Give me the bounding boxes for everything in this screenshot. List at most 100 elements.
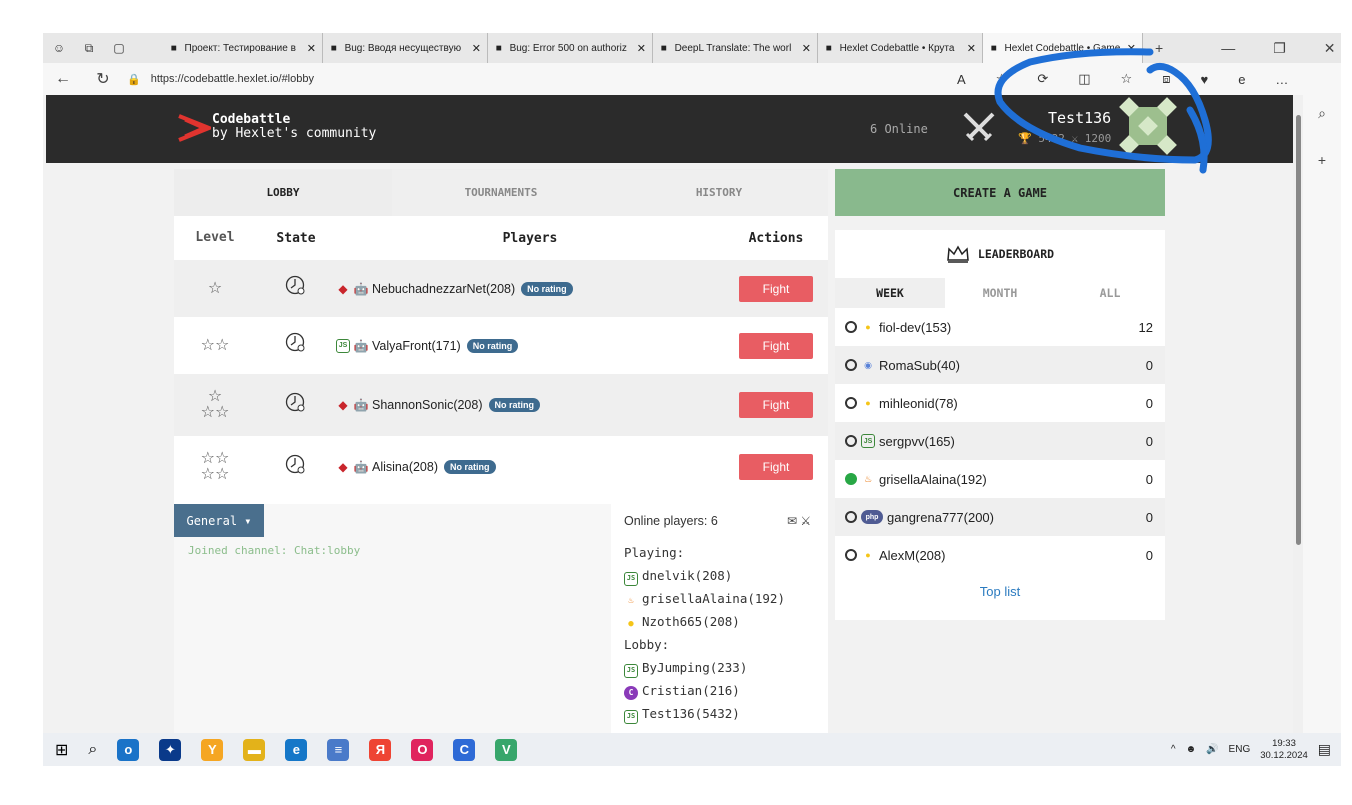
browser-tab[interactable]: ■ DeepL Translate: The worl ✕ bbox=[653, 33, 818, 63]
green-app-icon[interactable]: V bbox=[495, 738, 518, 761]
c-app-icon[interactable]: C bbox=[453, 738, 476, 761]
player-name[interactable]: ShannonSonic(208) bbox=[372, 398, 483, 412]
tab-actions-icon[interactable]: ▢ bbox=[111, 40, 127, 56]
column-actions: Actions bbox=[748, 230, 804, 246]
add-sidebar-icon[interactable]: + bbox=[1303, 152, 1341, 168]
fight-button[interactable]: Fight bbox=[739, 332, 813, 359]
minimize-icon[interactable]: — bbox=[1221, 40, 1235, 56]
fight-button[interactable]: Fight bbox=[739, 454, 813, 480]
address-bar[interactable]: 🔒 https://codebattle.hexlet.io/#lobby bbox=[127, 67, 957, 91]
leaderboard-row[interactable]: ♨ grisellaAlaina(192) 0 bbox=[835, 460, 1165, 498]
leaderboard-row[interactable]: ● mihleonid(78) 0 bbox=[835, 384, 1165, 422]
close-tab-icon[interactable]: ✕ bbox=[967, 42, 976, 55]
leaderboard-row[interactable]: php gangrena777(200) 0 bbox=[835, 498, 1165, 536]
close-window-icon[interactable]: ✕ bbox=[1324, 40, 1336, 57]
tab-title: Bug: Error 500 on authoriz bbox=[509, 42, 627, 54]
player-name[interactable]: ValyaFront(171) bbox=[372, 339, 461, 353]
online-player[interactable]: C Cristian(216) bbox=[624, 679, 785, 702]
yandex-browser-icon[interactable]: Y bbox=[201, 738, 224, 761]
leaderboard-rows: ● fiol-dev(153) 12 ◉ RomaSub(40) 0 ● mihleonid(… bbox=[835, 308, 1165, 574]
more-icon[interactable]: … bbox=[1275, 72, 1288, 87]
offline-status-icon bbox=[845, 549, 857, 561]
split-screen-icon[interactable]: ◫ bbox=[1078, 71, 1090, 87]
leaderboard-row[interactable]: JS sergpvv(165) 0 bbox=[835, 422, 1165, 460]
fight-button[interactable]: Fight bbox=[739, 392, 813, 418]
tab-strip-left: ☺ ⧉ ▢ bbox=[43, 40, 163, 56]
favorites-bar-icon[interactable]: ☆ bbox=[1121, 71, 1133, 87]
user-name[interactable]: Test136 bbox=[1048, 109, 1111, 127]
leaderboard-row[interactable]: ◉ RomaSub(40) 0 bbox=[835, 346, 1165, 384]
notepad-icon[interactable]: ≡ bbox=[327, 738, 350, 761]
input-language[interactable]: ENG bbox=[1229, 744, 1251, 755]
player-name[interactable]: NebuchadnezzarNet(208) bbox=[372, 282, 515, 296]
online-player[interactable]: JS Test136(5432) bbox=[624, 702, 785, 725]
user-rating: 5432 bbox=[1038, 132, 1065, 145]
volume-icon[interactable]: 🔊 bbox=[1206, 744, 1218, 755]
browser-tab[interactable]: ■ Bug: Error 500 on authoriz ✕ bbox=[488, 33, 653, 63]
opera-icon[interactable]: O bbox=[411, 738, 434, 761]
player-name[interactable]: Alisina(208) bbox=[372, 460, 438, 474]
edge-taskbar-icon[interactable]: e bbox=[285, 738, 308, 761]
avatar[interactable] bbox=[1119, 97, 1177, 155]
tab-week[interactable]: WEEK bbox=[835, 278, 945, 308]
restore-icon[interactable]: ❐ bbox=[1273, 40, 1286, 57]
workspaces-icon[interactable]: ⧉ bbox=[81, 40, 97, 56]
dropbox-icon[interactable]: ✦ bbox=[159, 738, 182, 761]
online-players-actions: ✉ ⚔ bbox=[787, 514, 811, 528]
create-game-button[interactable]: CREATE A GAME bbox=[835, 169, 1165, 216]
browser-essentials-icon[interactable]: ♥ bbox=[1200, 72, 1208, 87]
browser-tab[interactable]: ■ Проект: Тестирование в ✕ bbox=[163, 33, 323, 63]
browser-tab[interactable]: ■ Hexlet Codebattle • Game ✕ bbox=[983, 33, 1143, 63]
close-tab-icon[interactable]: ✕ bbox=[307, 42, 316, 55]
close-tab-icon[interactable]: ✕ bbox=[472, 42, 481, 55]
profile-icon[interactable]: ☺ bbox=[51, 40, 67, 56]
read-aloud-icon[interactable]: A bbox=[957, 72, 966, 87]
tab-all[interactable]: ALL bbox=[1055, 278, 1165, 308]
notifications-icon[interactable]: ▤ bbox=[1318, 741, 1331, 758]
refresh-icon[interactable]: ↻ bbox=[83, 69, 123, 89]
envelope-icon[interactable]: ✉ bbox=[787, 514, 797, 528]
tray-app-icon[interactable]: ☻ bbox=[1186, 744, 1197, 755]
tab-lobby[interactable]: LOBBY bbox=[174, 169, 392, 216]
start-icon[interactable]: ⊞ bbox=[55, 740, 68, 760]
browser-tab[interactable]: ■ Hexlet Codebattle • Крута ✕ bbox=[818, 33, 983, 63]
close-tab-icon[interactable]: ✕ bbox=[1127, 42, 1136, 55]
edge-icon[interactable]: e bbox=[1238, 72, 1245, 87]
clock[interactable]: 19:33 30.12.2024 bbox=[1260, 738, 1308, 762]
tab-history[interactable]: HISTORY bbox=[610, 169, 828, 216]
tray-chevron-icon[interactable]: ^ bbox=[1171, 744, 1176, 755]
browser-tab[interactable]: ■ Bug: Вводя несуществую ✕ bbox=[323, 33, 488, 63]
lock-icon[interactable]: 🔒 bbox=[127, 73, 141, 86]
fight-button[interactable]: Fight bbox=[739, 275, 813, 302]
channel-dropdown[interactable]: General ▾ bbox=[174, 504, 264, 537]
tab-tournaments[interactable]: TOURNAMENTS bbox=[392, 169, 610, 216]
tab-month[interactable]: MONTH bbox=[945, 278, 1055, 308]
leaderboard-row[interactable]: ● fiol-dev(153) 12 bbox=[835, 308, 1165, 346]
codebattle-logo-icon[interactable] bbox=[177, 111, 211, 145]
yandex-icon[interactable]: Я bbox=[369, 738, 392, 761]
online-player[interactable]: ● Nzoth665(208) bbox=[624, 610, 785, 633]
nodejs-icon: JS bbox=[336, 338, 350, 353]
back-icon[interactable]: ← bbox=[43, 70, 83, 88]
collections-icon[interactable]: ⧈ bbox=[1162, 71, 1170, 87]
leaderboard-row[interactable]: ● AlexM(208) 0 bbox=[835, 536, 1165, 574]
swords-icon[interactable]: ⚔ bbox=[800, 514, 811, 528]
waiting-clock-icon bbox=[285, 275, 305, 295]
new-tab-icon[interactable]: + bbox=[1155, 40, 1163, 56]
online-player[interactable]: ♨ grisellaAlaina(192) bbox=[624, 587, 785, 610]
outlook-icon[interactable]: o bbox=[117, 738, 140, 761]
page-scrollbar[interactable] bbox=[1293, 95, 1303, 766]
online-player-name: dnelvik(208) bbox=[642, 568, 733, 583]
close-tab-icon[interactable]: ✕ bbox=[637, 42, 646, 55]
file-explorer-icon[interactable]: ▬ bbox=[243, 738, 266, 761]
favorite-icon[interactable]: ☆ bbox=[996, 71, 1008, 87]
search-taskbar-icon[interactable]: ⌕ bbox=[88, 741, 97, 759]
search-icon[interactable]: ⌕ bbox=[1303, 105, 1341, 122]
online-player[interactable]: JS ByJumping(233) bbox=[624, 656, 785, 679]
online-player[interactable]: JS dnelvik(208) bbox=[624, 564, 785, 587]
scrollbar-thumb[interactable] bbox=[1296, 115, 1301, 545]
close-tab-icon[interactable]: ✕ bbox=[802, 42, 811, 55]
top-list-link[interactable]: Top list bbox=[835, 584, 1165, 599]
logo-text[interactable]: Codebattle by Hexlet's community bbox=[212, 113, 376, 141]
extensions-icon[interactable]: ⟳ bbox=[1037, 71, 1048, 87]
